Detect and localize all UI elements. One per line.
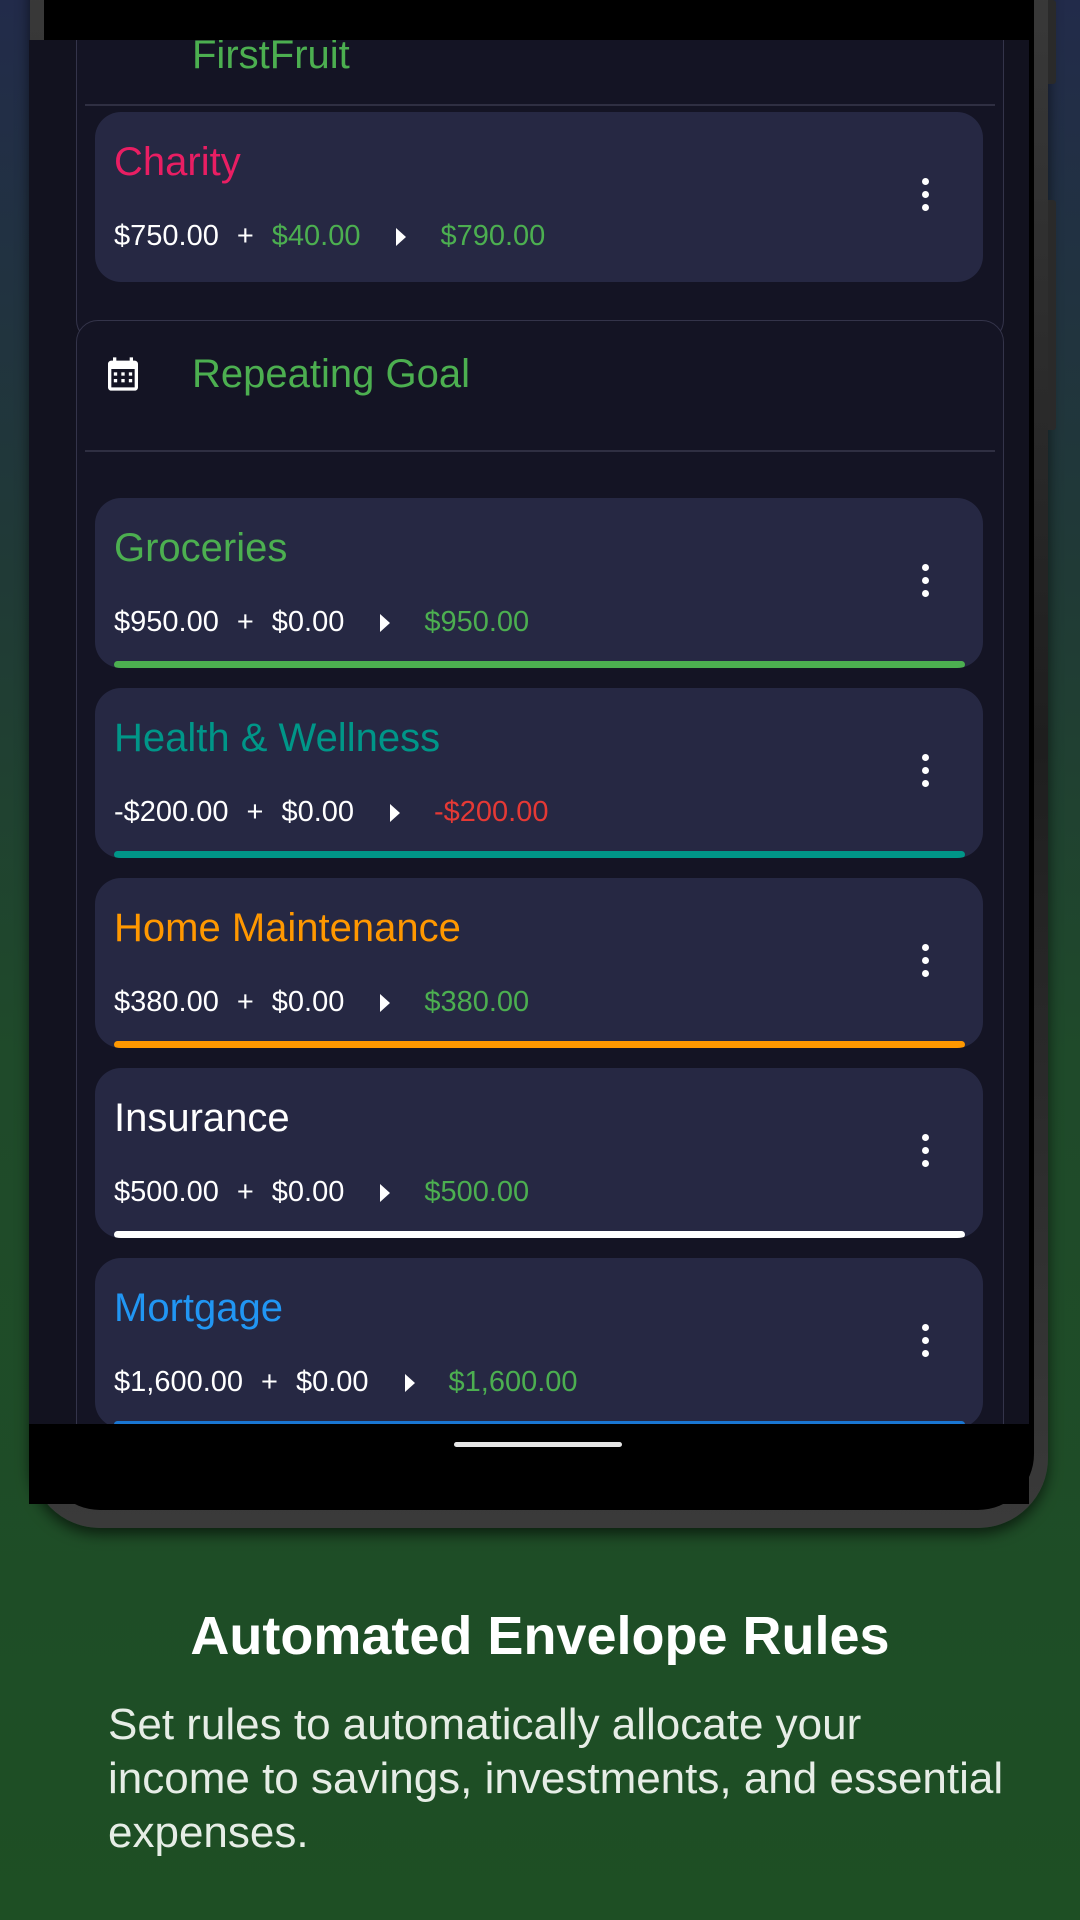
envelope-added: $0.00	[281, 796, 355, 828]
envelope-balance: $750.00	[114, 220, 219, 252]
envelope-name: Groceries	[114, 526, 288, 570]
group-title: FirstFruit	[192, 40, 350, 77]
arrow-right-icon	[390, 803, 401, 822]
envelope-card-insurance[interactable]: Insurance $500.00 + $0.00 $500.00	[95, 1068, 983, 1238]
envelope-amounts: $1,600.00 + $0.00 $1,600.00	[114, 1366, 578, 1399]
home-gesture-handle[interactable]	[454, 1442, 622, 1447]
envelope-card-health[interactable]: Health & Wellness -$200.00 + $0.00 -$200…	[95, 688, 983, 858]
envelope-amounts: $500.00 + $0.00 $500.00	[114, 1176, 529, 1209]
envelope-amounts: $380.00 + $0.00 $380.00	[114, 986, 529, 1019]
more-vert-icon[interactable]	[921, 754, 929, 790]
envelope-total: $500.00	[424, 1176, 530, 1208]
envelope-name: Home Maintenance	[114, 906, 461, 950]
group-title: Repeating Goal	[192, 352, 470, 396]
plus-sign: +	[236, 220, 254, 252]
envelope-added: $0.00	[295, 1366, 369, 1398]
envelope-total: -$200.00	[434, 796, 549, 828]
envelope-total: $380.00	[424, 986, 530, 1018]
progress-bar	[114, 1041, 965, 1048]
arrow-right-icon	[380, 1183, 391, 1202]
more-vert-icon[interactable]	[921, 1134, 929, 1170]
plus-sign: +	[246, 796, 264, 828]
plus-sign: +	[261, 1366, 278, 1398]
plus-sign: +	[236, 606, 254, 638]
envelope-added: $0.00	[271, 1176, 345, 1208]
envelope-name: Insurance	[114, 1096, 290, 1140]
envelope-card-groceries[interactable]: Groceries $950.00 + $0.00 $950.00	[95, 498, 983, 668]
more-vert-icon[interactable]	[921, 944, 929, 980]
envelope-card-home-maintenance[interactable]: Home Maintenance $380.00 + $0.00 $380.00	[95, 878, 983, 1048]
progress-bar	[114, 1231, 965, 1238]
progress-bar	[114, 661, 965, 668]
envelope-added: $0.00	[271, 986, 345, 1018]
arrow-right-icon	[380, 993, 391, 1012]
envelope-total: $790.00	[440, 220, 546, 252]
envelope-card-charity[interactable]: Charity $750.00 + $40.00 $790.00	[95, 112, 983, 282]
arrow-right-icon	[380, 613, 391, 632]
envelope-balance: $950.00	[114, 606, 219, 638]
envelope-card-mortgage[interactable]: Mortgage $1,600.00 + $0.00 $1,600.00	[95, 1258, 983, 1424]
more-vert-icon[interactable]	[921, 1324, 929, 1360]
more-vert-icon[interactable]	[921, 178, 929, 214]
phone-side-button	[1048, 0, 1056, 84]
arrow-right-icon	[396, 227, 407, 246]
envelope-balance: $380.00	[114, 986, 219, 1018]
caption-title: Automated Envelope Rules	[190, 1606, 890, 1666]
envelope-balance: $500.00	[114, 1176, 219, 1208]
more-vert-icon[interactable]	[921, 564, 929, 600]
envelope-amounts: -$200.00 + $0.00 -$200.00	[114, 796, 549, 829]
phone-volume-button	[1048, 200, 1056, 430]
envelope-amounts: $750.00 + $40.00 $790.00	[114, 220, 545, 253]
envelope-balance: $1,600.00	[114, 1366, 244, 1398]
envelope-added: $0.00	[271, 606, 345, 638]
group-header[interactable]: Repeating Goal	[77, 321, 1003, 451]
system-navigation-bar	[29, 1424, 1029, 1504]
app-screen: FirstFruit Charity $750.00 + $40.00 $790…	[29, 40, 1029, 1424]
envelope-name: Mortgage	[114, 1286, 283, 1330]
envelope-total: $1,600.00	[448, 1366, 578, 1398]
group-header[interactable]: FirstFruit	[77, 40, 1003, 111]
envelope-name: Charity	[114, 140, 241, 184]
envelope-added: $40.00	[271, 220, 361, 252]
group-divider	[85, 104, 995, 106]
envelope-total: $950.00	[424, 606, 530, 638]
plus-sign: +	[236, 986, 254, 1018]
envelope-amounts: $950.00 + $0.00 $950.00	[114, 606, 529, 639]
calendar-icon	[108, 357, 138, 391]
arrow-right-icon	[404, 1373, 415, 1392]
group-divider	[85, 450, 995, 452]
caption-body: Set rules to automatically allocate your…	[108, 1700, 1004, 1857]
progress-bar	[114, 851, 965, 858]
envelope-name: Health & Wellness	[114, 716, 441, 760]
plus-sign: +	[236, 1176, 254, 1208]
envelope-balance: -$200.00	[114, 796, 229, 828]
